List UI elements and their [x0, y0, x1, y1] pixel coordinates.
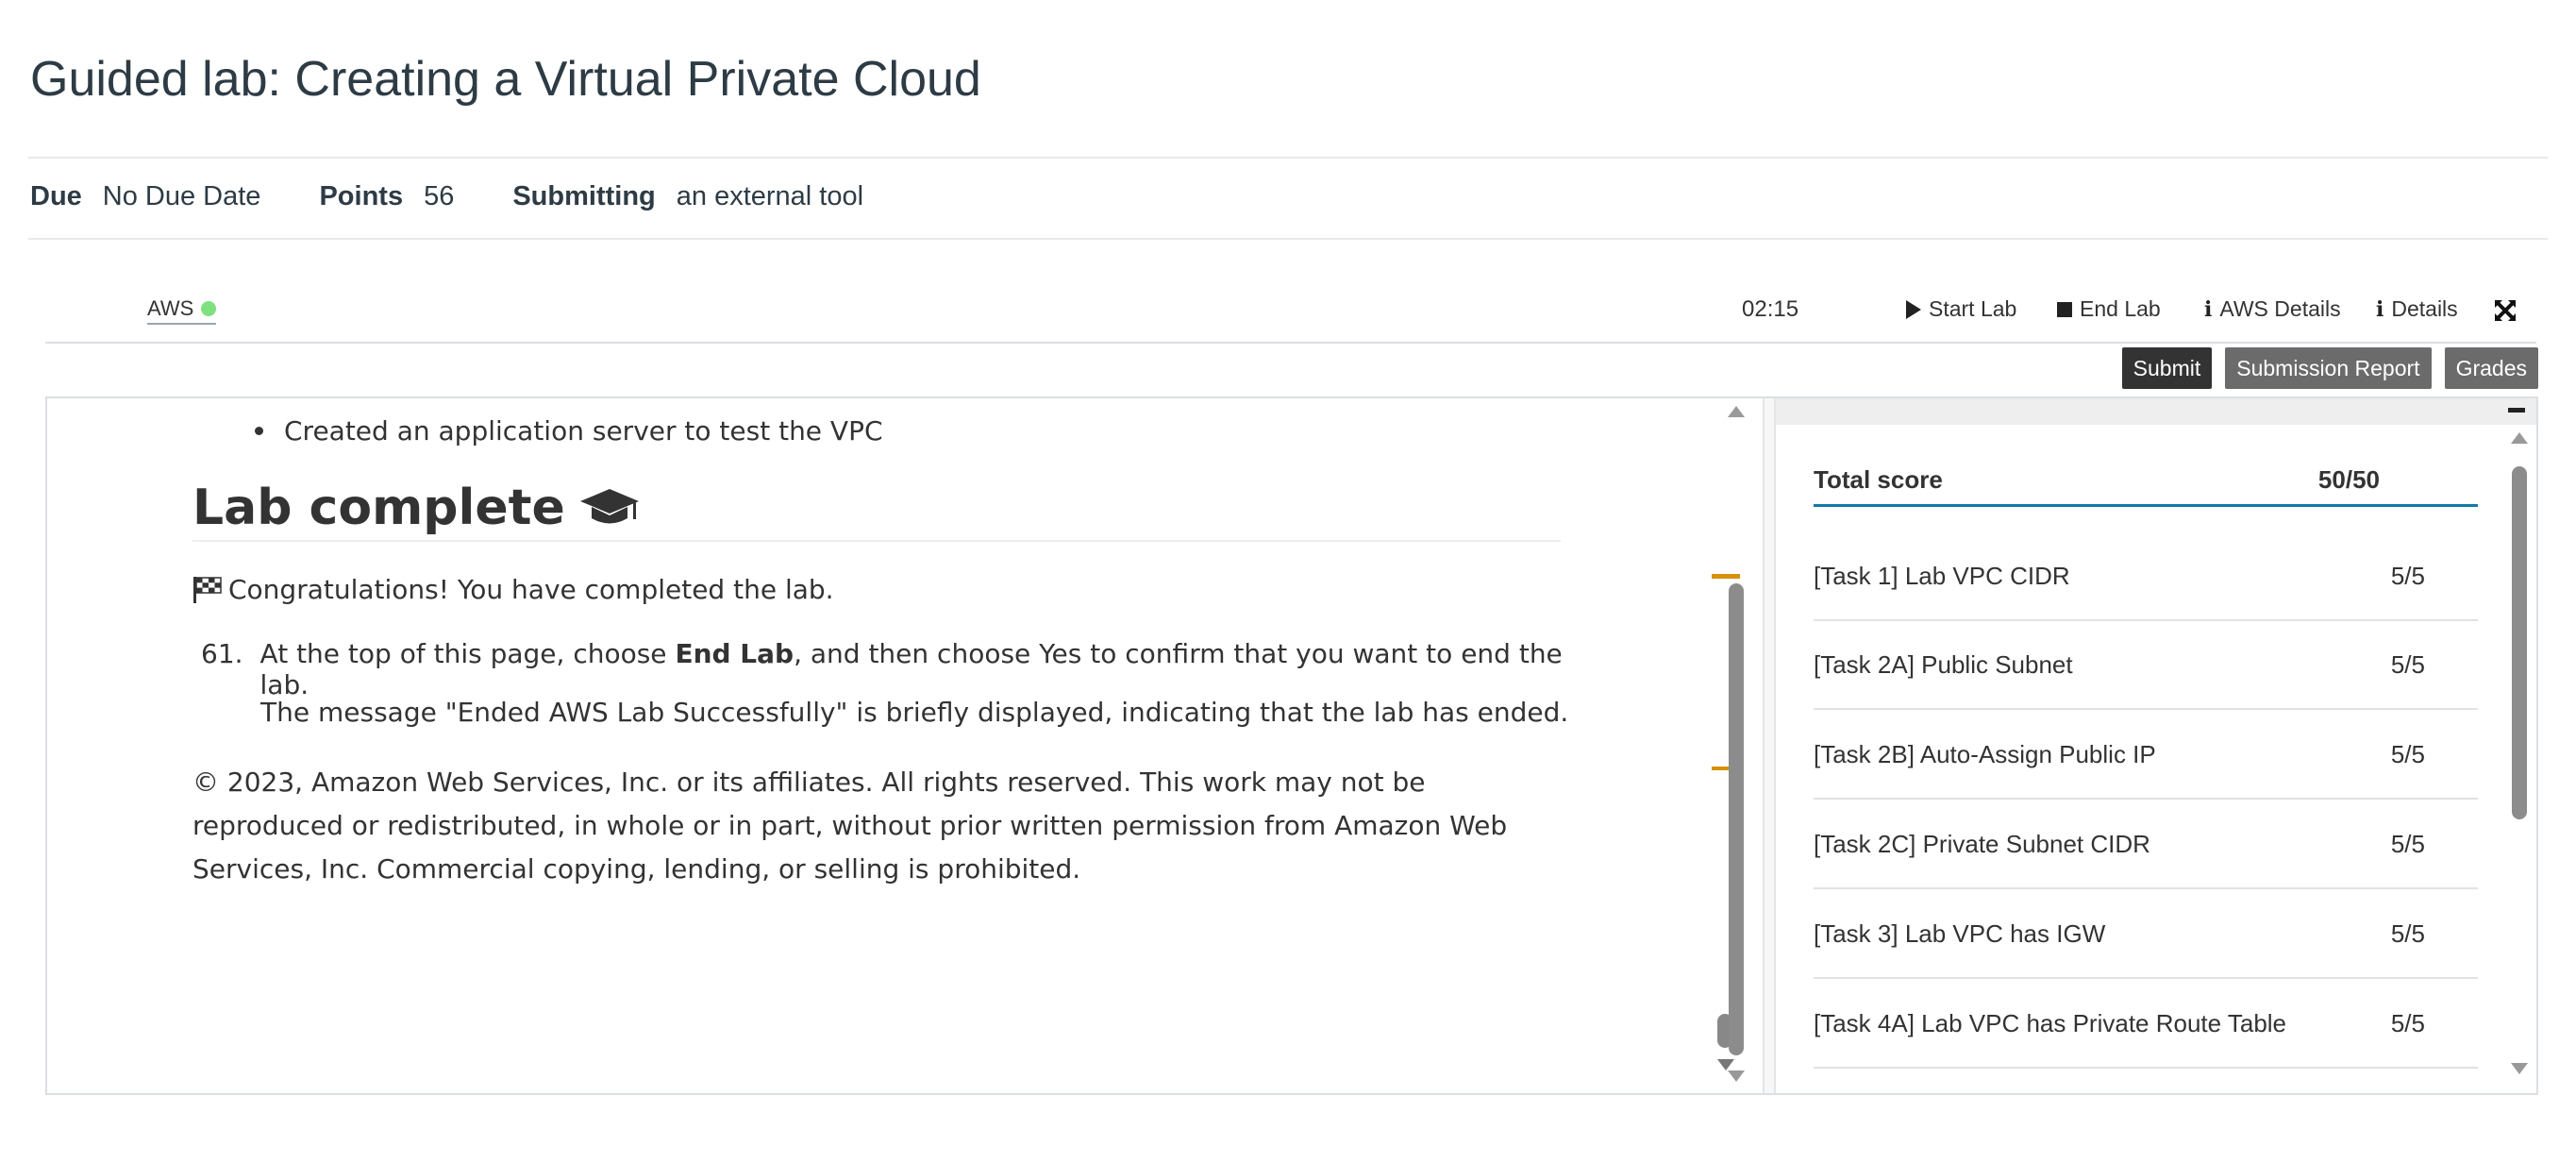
table-row: [Task 2B] Auto-Assign Public IP 5/5: [1814, 711, 2478, 800]
divider: [28, 238, 2548, 240]
step-61: 61. At the top of this page, choose End …: [192, 638, 1608, 700]
minimize-icon[interactable]: [2508, 408, 2525, 413]
table-row: [Task 2C] Private Subnet CIDR 5/5: [1814, 801, 2478, 889]
stop-icon: [2057, 301, 2072, 317]
grading-actions: Submit Submission Report Grades: [2121, 347, 2538, 389]
table-row: [Task 1] Lab VPC CIDR 5/5: [1814, 532, 2478, 621]
lab-timer: 02:15: [1742, 296, 1799, 322]
submitting-label: Submitting: [512, 181, 656, 211]
instructions-scrollbar[interactable]: [1723, 398, 1749, 1093]
heading-divider: [192, 540, 1561, 542]
due-value: No Due Date: [102, 181, 261, 211]
submitting-value: an external tool: [676, 181, 864, 211]
scroll-down-arrow[interactable]: [2511, 1063, 2528, 1074]
lab-complete-heading: Lab complete: [192, 480, 641, 536]
points-label: Points: [319, 181, 404, 211]
instructions-pane: Created an application server to test th…: [47, 398, 1749, 1093]
points-item: Points 56: [319, 177, 454, 215]
score-panel: Total score 50/50 [Task 1] Lab VPC CIDR …: [1776, 398, 2536, 1093]
divider: [28, 157, 2548, 159]
fullscreen-icon[interactable]: [2493, 298, 2517, 323]
score-scrollbar[interactable]: [2506, 427, 2533, 1087]
aws-label: AWS: [147, 296, 194, 320]
graduation-cap-icon: [579, 489, 639, 524]
aws-console-link[interactable]: AWS: [147, 296, 217, 325]
score-panel-header: [1776, 398, 2536, 425]
pane-resize-handle[interactable]: [1763, 398, 1776, 1093]
scroll-up-arrow[interactable]: [2511, 432, 2528, 444]
table-row: [Task 3] Lab VPC has IGW 5/5: [1814, 890, 2478, 979]
scroll-up-arrow[interactable]: [1728, 406, 1745, 417]
points-value: 56: [424, 181, 455, 211]
info-icon: i: [2376, 296, 2384, 322]
scroll-down-arrow[interactable]: [1728, 1070, 1745, 1082]
checkered-flag-icon: [193, 576, 222, 603]
grades-button[interactable]: Grades: [2444, 347, 2538, 389]
congrats-text: Congratulations! You have completed the …: [192, 574, 834, 605]
submit-button[interactable]: Submit: [2121, 347, 2213, 389]
lab-toolbar: AWS 02:15 Start Lab End Lab i AWS Detail…: [45, 289, 2527, 342]
total-score-label: Total score: [1814, 464, 1943, 494]
table-row: [Task 2A] Public Subnet 5/5: [1814, 621, 2478, 710]
scroll-thumb[interactable]: [2512, 466, 2527, 819]
lab-frame: Created an application server to test th…: [45, 396, 2538, 1095]
details-button[interactable]: i Details: [2376, 296, 2458, 322]
page-title: Guided lab: Creating a Virtual Private C…: [30, 52, 981, 107]
aws-details-button[interactable]: i AWS Details: [2204, 296, 2341, 322]
details-label: Details: [2391, 296, 2458, 321]
ended-message-text: The message "Ended AWS Lab Successfully"…: [260, 697, 1569, 728]
copyright-text: © 2023, Amazon Web Services, Inc. or its…: [192, 767, 1508, 885]
due-item: Due No Due Date: [30, 177, 260, 215]
table-row: [Task 4A] Lab VPC has Private Route Tabl…: [1814, 980, 2478, 1069]
end-lab-label: End Lab: [2080, 296, 2161, 321]
aws-details-label: AWS Details: [2219, 296, 2341, 321]
aws-status-icon: [201, 301, 217, 316]
due-label: Due: [30, 181, 82, 211]
scroll-thumb[interactable]: [1729, 583, 1744, 1055]
end-lab-button[interactable]: End Lab: [2057, 296, 2161, 322]
step-number: 61.: [201, 638, 243, 669]
list-item: Created an application server to test th…: [255, 415, 883, 447]
submission-report-button[interactable]: Submission Report: [2225, 347, 2432, 389]
start-lab-button[interactable]: Start Lab: [1906, 296, 2016, 322]
bullet-icon: [255, 427, 263, 435]
submitting-item: Submitting an external tool: [512, 177, 863, 215]
play-icon: [1906, 299, 1921, 319]
info-icon: i: [2204, 296, 2213, 322]
assignment-meta: Due No Due Date Points 56 Submitting an …: [30, 177, 922, 215]
toolbar-divider: [45, 342, 2536, 344]
total-score-row: Total score 50/50: [1814, 455, 2478, 507]
total-score-value: 50/50: [2317, 464, 2380, 494]
start-lab-label: Start Lab: [1929, 296, 2017, 321]
